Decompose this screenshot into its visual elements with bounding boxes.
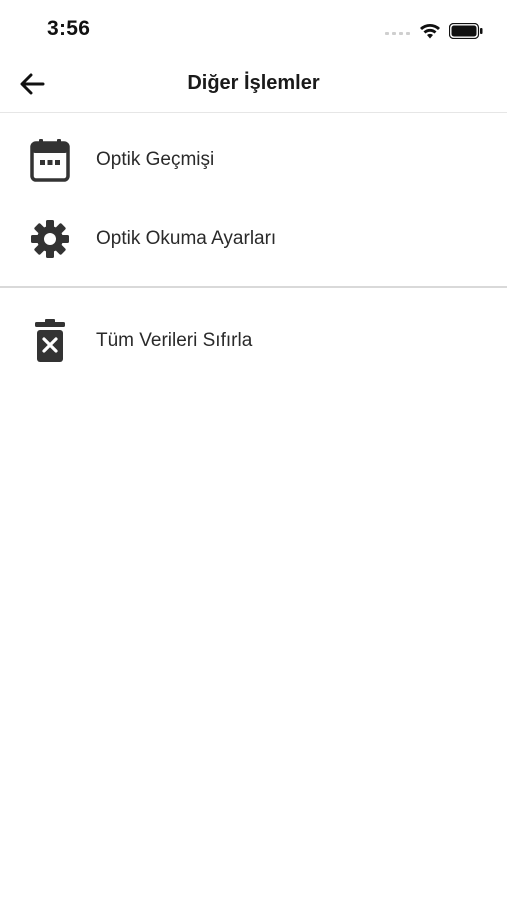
status-time: 3:56 [47, 17, 91, 40]
menu-item-optik-okuma-ayarlari[interactable]: Optik Okuma Ayarları [0, 200, 507, 278]
calendar-icon [28, 138, 72, 182]
menu-item-label: Optik Geçmişi [96, 149, 215, 170]
signal-icon [385, 26, 411, 36]
section-divider [0, 286, 507, 288]
page-title: Diğer İşlemler [187, 72, 320, 94]
nav-bar: Diğer İşlemler [0, 56, 507, 113]
trash-icon [28, 319, 72, 363]
battery-icon [449, 23, 483, 39]
menu-item-optik-gecmisi[interactable]: Optik Geçmişi [0, 121, 507, 199]
menu-item-label: Tüm Verileri Sıfırla [96, 330, 253, 351]
gear-icon [28, 217, 72, 261]
menu-item-tum-verileri-sifirla[interactable]: Tüm Verileri Sıfırla [0, 302, 507, 380]
status-bar: 3:56 [0, 0, 507, 56]
wifi-icon [419, 22, 441, 40]
menu-item-label: Optik Okuma Ayarları [96, 228, 277, 249]
status-indicators [385, 20, 483, 42]
